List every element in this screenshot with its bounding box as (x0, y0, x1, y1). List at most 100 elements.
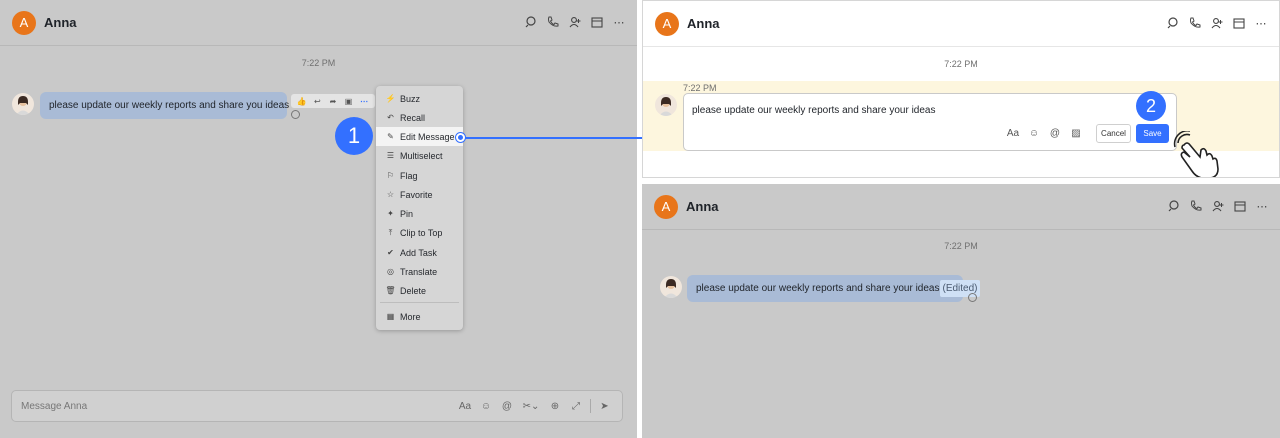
user-avatar[interactable] (660, 276, 682, 298)
chat-header: A Anna ⋯ (643, 1, 1279, 47)
menu-item-delete[interactable]: 🗑 Delete (376, 281, 463, 300)
menu-item-recall[interactable]: ↶ Recall (376, 108, 463, 127)
chat-header: A Anna ⋯ (642, 184, 1280, 230)
menu-item-label: Buzz (400, 93, 421, 104)
expand-icon[interactable]: ⤢ (569, 399, 583, 413)
menu-item-label: Multiselect (400, 150, 443, 161)
menu-item-label: Flag (400, 170, 418, 181)
menu-item-favorite[interactable]: ☆ Favorite (376, 185, 463, 204)
header-actions: ⋯ (1166, 198, 1270, 214)
calendar-icon[interactable] (1231, 15, 1247, 31)
task-icon: ✔ (387, 248, 394, 257)
edit-message-text[interactable]: please update our weekly reports and sha… (692, 105, 935, 116)
recall-icon: ↶ (387, 113, 394, 122)
trash-icon: 🗑 (385, 286, 396, 295)
input-toolbar: Aa ☺ @ ✂⌄ ⊕ ⤢ ➤ (458, 399, 612, 413)
call-icon[interactable] (1187, 15, 1203, 31)
contact-name[interactable]: Anna (686, 199, 719, 214)
connector-start-dot (456, 133, 465, 142)
message-timestamp: 7:22 PM (301, 58, 336, 68)
contact-name[interactable]: Anna (44, 15, 77, 30)
cancel-button[interactable]: Cancel (1096, 124, 1131, 143)
menu-item-label: Recall (400, 112, 426, 123)
mention-icon[interactable]: @ (1048, 126, 1062, 140)
menu-item-more[interactable]: ▦ More (376, 307, 463, 326)
message-timestamp: 7:22 PM (944, 241, 978, 251)
edit-toolbar: Aa ☺ @ ▨ (1006, 126, 1083, 140)
calendar-icon[interactable] (589, 14, 605, 30)
more-grid-icon: ▦ (386, 312, 395, 321)
search-chat-icon[interactable] (523, 14, 539, 30)
edit-message-box[interactable]: please update our weekly reports and sha… (683, 93, 1177, 151)
message-input-placeholder: Message Anna (21, 400, 88, 412)
more-icon[interactable]: ⋯ (611, 14, 627, 30)
search-chat-icon[interactable] (1166, 198, 1182, 214)
chat-panel-context-menu: A Anna ⋯ 7:22 PM please update our weekl… (0, 0, 637, 438)
reply-icon[interactable]: ↩ (310, 94, 324, 108)
menu-item-add-task[interactable]: ✔ Add Task (376, 243, 463, 262)
contact-avatar[interactable]: A (12, 10, 36, 35)
add-member-icon[interactable] (567, 14, 583, 30)
contact-avatar[interactable]: A (654, 194, 678, 219)
call-icon[interactable] (545, 14, 561, 30)
add-member-icon[interactable] (1209, 15, 1225, 31)
menu-item-multiselect[interactable]: ☰ Multiselect (376, 146, 463, 165)
header-actions: ⋯ (1165, 15, 1269, 31)
more-icon[interactable]: ⋯ (1254, 198, 1270, 214)
edit-timestamp: 7:22 PM (683, 83, 717, 93)
menu-item-flag[interactable]: ⚐ Flag (376, 166, 463, 185)
more-icon[interactable]: ⋯ (1253, 15, 1269, 31)
image-icon[interactable]: ▨ (1069, 126, 1083, 140)
message-input[interactable]: Message Anna Aa ☺ @ ✂⌄ ⊕ ⤢ ➤ (11, 390, 623, 422)
emoji-icon[interactable]: ☺ (1027, 126, 1041, 140)
more-icon[interactable]: ⋯ (357, 94, 371, 108)
translate-icon: ◎ (387, 267, 394, 276)
message-bubble[interactable]: please update our weekly reports and sha… (687, 275, 980, 302)
step-connector-line (461, 137, 660, 139)
menu-item-label: Pin (400, 208, 414, 219)
read-status-indicator (968, 293, 977, 302)
text-format-icon[interactable]: Aa (458, 399, 472, 413)
text-format-icon[interactable]: Aa (1006, 126, 1020, 140)
click-hand-icon (1170, 129, 1222, 177)
pencil-icon: ✎ (387, 132, 394, 141)
contact-name[interactable]: Anna (687, 16, 720, 31)
flag-icon: ⚐ (386, 171, 395, 180)
user-avatar[interactable] (12, 93, 34, 115)
add-icon[interactable]: ⊕ (548, 399, 562, 413)
menu-item-label: Favorite (400, 189, 433, 200)
user-avatar[interactable] (655, 94, 677, 116)
menu-divider (380, 302, 459, 303)
search-chat-icon[interactable] (1165, 15, 1181, 31)
forward-icon[interactable]: ➦ (326, 94, 340, 108)
menu-item-label: More (400, 311, 421, 322)
message-timestamp: 7:22 PM (944, 59, 978, 69)
save-button[interactable]: Save (1136, 124, 1169, 143)
menu-item-translate[interactable]: ◎ Translate (376, 262, 463, 281)
header-actions: ⋯ (523, 14, 627, 30)
star-icon: ☆ (386, 190, 395, 199)
emoji-icon[interactable]: ☺ (479, 399, 493, 413)
menu-item-label: Translate (400, 266, 438, 277)
add-member-icon[interactable] (1210, 198, 1226, 214)
thumbs-up-icon[interactable]: 👍 (295, 94, 309, 108)
message-bubble[interactable]: please update our weekly reports and sha… (40, 92, 289, 119)
lightning-icon: ⚡ (385, 94, 396, 103)
calendar-icon[interactable] (1232, 198, 1248, 214)
send-icon[interactable]: ➤ (590, 399, 612, 413)
menu-item-pin[interactable]: ✦ Pin (376, 204, 463, 223)
screenshot-icon[interactable]: ✂⌄ (521, 399, 541, 413)
message-hover-toolbar: 👍 ↩ ➦ ▣ ⋯ (291, 94, 375, 108)
clip-top-icon: ⤒ (388, 227, 393, 237)
contact-avatar[interactable]: A (655, 11, 679, 36)
menu-item-buzz[interactable]: ⚡ Buzz (376, 89, 463, 108)
chat-panel-edited: A Anna ⋯ 7:22 PM please update our weekl… (642, 184, 1280, 438)
chat-header: A Anna ⋯ (0, 0, 637, 46)
menu-item-edit-message[interactable]: ✎ Edit Message (376, 127, 463, 146)
mention-icon[interactable]: @ (500, 399, 514, 413)
menu-item-clip-to-top[interactable]: ⤒ Clip to Top (376, 223, 463, 242)
read-status-indicator (291, 110, 300, 119)
call-icon[interactable] (1188, 198, 1204, 214)
pin-icon: ✦ (387, 209, 394, 218)
add-reaction-icon[interactable]: ▣ (342, 94, 356, 108)
